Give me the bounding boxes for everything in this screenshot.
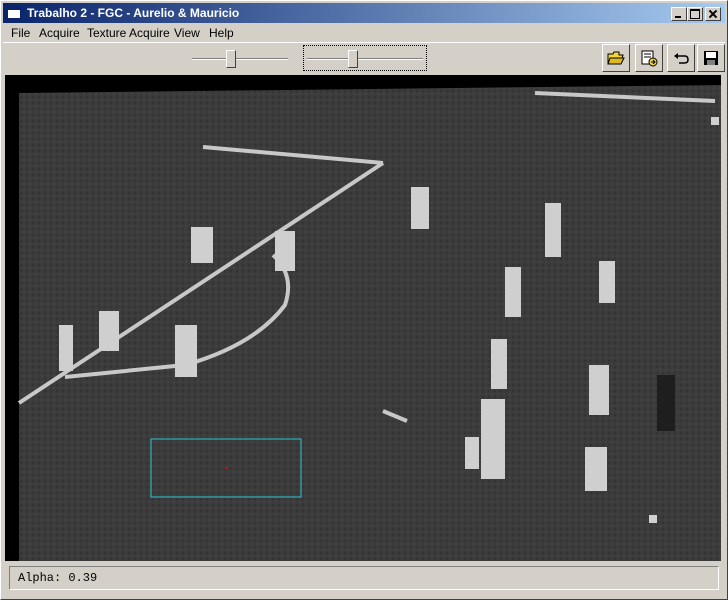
menu-file[interactable]: File (11, 26, 30, 40)
save-icon (641, 50, 658, 67)
menu-view[interactable]: View (174, 26, 200, 40)
parameter-slider-1[interactable] (188, 45, 292, 71)
slider-track (307, 58, 423, 60)
undo-button[interactable] (667, 44, 695, 72)
slider-thumb[interactable] (348, 50, 358, 68)
video-frame[interactable] (5, 75, 721, 561)
menu-texture-acquire[interactable]: Texture Acquire (87, 26, 170, 40)
undo-icon (674, 53, 689, 64)
title-bar[interactable]: Trabalho 2 - FGC - Aurelio & Mauricio (3, 3, 725, 23)
open-button[interactable] (602, 44, 630, 72)
slider-thumb[interactable] (226, 50, 236, 68)
minimize-button[interactable] (671, 7, 687, 21)
app-icon (7, 6, 21, 19)
application-window: Trabalho 2 - FGC - Aurelio & Mauricio Fi… (0, 0, 728, 600)
menu-bar: File Acquire Texture Acquire View Help (3, 24, 725, 42)
pitch-surface (19, 85, 721, 561)
window-title: Trabalho 2 - FGC - Aurelio & Mauricio (27, 6, 240, 20)
menu-help[interactable]: Help (209, 26, 234, 40)
slider-track (192, 58, 288, 60)
export-button[interactable] (635, 44, 663, 72)
close-button[interactable] (705, 7, 721, 21)
open-folder-icon (607, 51, 625, 65)
selection-center-marker (225, 467, 227, 469)
status-bar: Alpha: 0.39 (9, 566, 719, 590)
disk-icon (704, 51, 718, 65)
toolbar (3, 42, 725, 75)
alpha-slider[interactable] (303, 45, 427, 71)
save-button[interactable] (697, 44, 725, 72)
menu-acquire[interactable]: Acquire (39, 26, 80, 40)
image-viewport[interactable] (5, 75, 721, 561)
alpha-readout: Alpha: 0.39 (18, 571, 98, 585)
maximize-button[interactable] (687, 7, 703, 21)
